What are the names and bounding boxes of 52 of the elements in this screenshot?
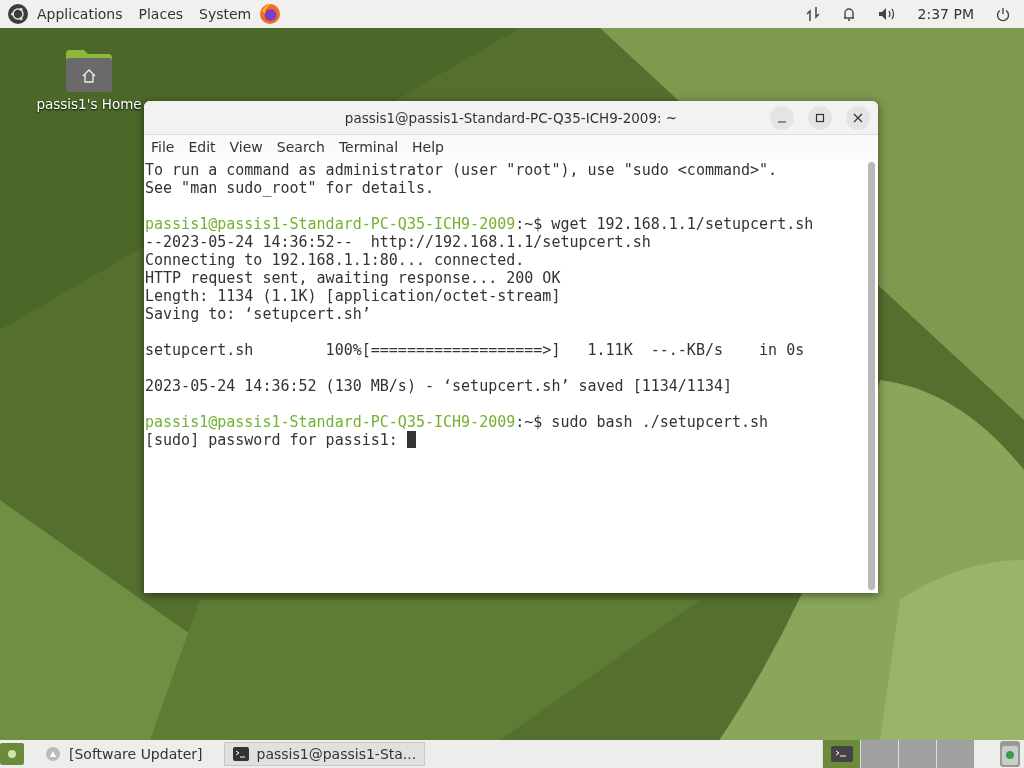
minimize-button[interactable] [770, 106, 794, 130]
workspace-switcher[interactable] [898, 740, 936, 768]
taskbar-button[interactable]: passis1@passis1-Sta... [223, 742, 426, 766]
output-text: HTTP request sent, awaiting response... 200 OK [145, 269, 561, 287]
output-text: Length: 1134 (1.1K) [application/octet-stream] [145, 287, 561, 305]
menu-item[interactable]: Terminal [331, 139, 406, 155]
workspace-switcher[interactable] [860, 740, 898, 768]
workspace-switcher[interactable] [822, 740, 860, 768]
home-folder-icon[interactable] [66, 50, 112, 92]
output-text: --2023-05-24 14:36:52-- http://192.168.1.1/setupcert.sh [145, 233, 651, 251]
workspace-switcher[interactable] [936, 740, 974, 768]
menu-item[interactable]: Search [269, 139, 332, 155]
output-text: [sudo] password for passis1: [145, 431, 398, 449]
panel-menu[interactable]: Places [130, 6, 192, 22]
volume-icon[interactable] [877, 7, 896, 21]
panel-menu[interactable]: Applications [29, 6, 131, 22]
menu-item[interactable]: Edit [181, 139, 223, 155]
show-desktop-icon[interactable] [0, 743, 24, 765]
window-title: passis1@passis1-Standard-PC-Q35-ICH9-2009: ~ [344, 109, 678, 126]
output-text: Connecting to 192.168.1.1:80... connected. [145, 251, 525, 269]
output-text: To run a command as administrator (user "root"), use "sudo <command>". [145, 161, 778, 179]
menu-item[interactable]: Help [405, 139, 451, 155]
command-text: wget 192.168.1.1/setupcert.sh [551, 215, 814, 233]
prompt-user-host: passis1@passis1-Standard-PC-Q35-ICH9-2009 [145, 215, 516, 233]
prompt-path: :~$ [515, 413, 543, 431]
panel-menu[interactable]: System [191, 6, 260, 22]
terminal-icon [830, 746, 853, 762]
distro-logo-icon[interactable] [7, 3, 29, 25]
minimize-icon [778, 121, 786, 123]
prompt-user-host: passis1@passis1-Standard-PC-Q35-ICH9-2009 [145, 413, 516, 431]
output-text: 2023-05-24 14:36:52 (130 MB/s) - ‘setupcert.sh’ saved [1134/1134] [145, 377, 732, 395]
scrollbar[interactable] [868, 162, 875, 590]
updater-icon [45, 746, 61, 762]
close-button[interactable] [846, 106, 870, 130]
output-text: setupcert.sh 100%[===================>] 1.11K --.-KB/s in 0s [145, 341, 805, 359]
terminal-icon [232, 747, 249, 761]
power-icon[interactable] [996, 6, 1010, 22]
output-text: Saving to: ‘setupcert.sh’ [145, 305, 371, 323]
menu-item[interactable]: File [144, 139, 182, 155]
clock[interactable]: 2:37 PM [917, 6, 974, 22]
prompt-path: :~$ [515, 215, 543, 233]
bell-icon[interactable] [841, 6, 856, 22]
desktop-icon-label[interactable]: passis1's Home [36, 96, 142, 112]
menu-item[interactable]: View [222, 139, 270, 155]
maximize-icon [815, 113, 825, 123]
output-text: See "man sudo_root" for details. [145, 179, 434, 197]
network-icon[interactable] [805, 6, 820, 22]
command-text: sudo bash ./setupcert.sh [551, 413, 769, 431]
browser-icon[interactable] [259, 3, 282, 25]
close-icon [853, 113, 863, 123]
maximize-button[interactable] [808, 106, 832, 130]
taskbar-button[interactable]: [Software Updater] [36, 742, 212, 766]
